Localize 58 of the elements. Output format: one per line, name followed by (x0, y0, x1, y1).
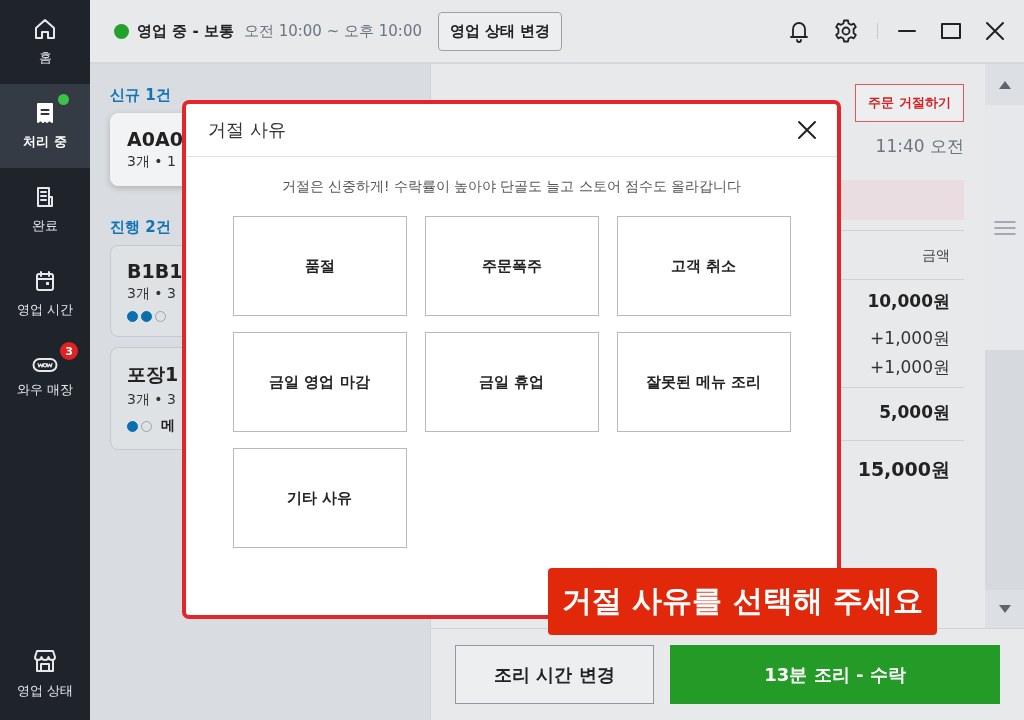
reason-option[interactable]: 금일 영업 마감 (232, 332, 407, 432)
dialog-notice: 거절은 신중하게! 수락률이 높아야 단골도 늘고 스토어 점수도 올라갑니다 (280, 178, 743, 196)
sidebar-label: 처리 중 (23, 133, 67, 151)
change-status-button[interactable]: 영업 상태 변경 (438, 11, 563, 51)
sidebar-item[interactable]: 영업 상태 (0, 628, 90, 720)
calendar-icon (33, 269, 57, 293)
order-summary: 3개 • 3 (127, 391, 176, 409)
column-header: 금액 (922, 247, 950, 265)
order-number: B1B1 (127, 260, 183, 282)
option-price: +1,000원 (870, 356, 950, 379)
settings-icon[interactable] (833, 18, 859, 44)
item-price: 10,000원 (867, 290, 950, 313)
reason-option[interactable]: 품절 (232, 216, 407, 316)
sidebar-item[interactable]: 와우 매장 3 (0, 336, 90, 420)
dialog-title: 거절 사유 (208, 118, 286, 142)
sidebar-item[interactable]: 완료 (0, 168, 90, 252)
reason-option[interactable]: 주문폭주 (424, 216, 599, 316)
sidebar-label: 와우 매장 (16, 381, 74, 399)
sidebar-label: 영업 시간 (16, 301, 74, 319)
order-summary: 3개 • 3 (127, 285, 176, 303)
callout-tooltip: 거절 사유를 선택해 주세요 (548, 568, 938, 635)
item-price: 5,000원 (879, 401, 950, 424)
sidebar-label: 영업 상태 (16, 682, 74, 700)
sidebar-label: 완료 (32, 217, 58, 235)
count-badge: 3 (60, 342, 78, 360)
scrollbar[interactable] (985, 64, 1024, 628)
store-icon (32, 648, 58, 674)
status-dot (114, 23, 129, 39)
sidebar-item[interactable]: 처리 중 (0, 84, 90, 168)
section-heading: 신규 1건 (110, 86, 172, 105)
order-number: A0A0 (127, 128, 183, 150)
scroll-down-icon (997, 604, 1012, 614)
close-icon[interactable] (797, 120, 817, 140)
sidebar-label: 홈 (38, 49, 52, 67)
total-price: 15,000원 (857, 457, 950, 482)
order-time: 11:40 오전 (875, 135, 964, 158)
home-icon (33, 17, 57, 41)
change-cook-time-button[interactable]: 조리 시간 변경 (455, 645, 654, 704)
reason-option[interactable]: 잘못된 메뉴 조리 (616, 332, 791, 432)
order-summary: 3개 • 1 (127, 153, 176, 171)
reason-option[interactable]: 고객 취소 (616, 216, 791, 316)
store-status: 영업 중 - 보통 (137, 21, 234, 41)
reason-option[interactable]: 기타 사유 (232, 448, 407, 548)
reason-option[interactable]: 금일 휴업 (424, 332, 599, 432)
business-hours: 오전 10:00 ~ 오후 10:00 (243, 21, 422, 41)
order-status: 메 (161, 417, 175, 435)
sidebar-item[interactable]: 홈 (0, 0, 90, 84)
option-price: +1,000원 (870, 327, 950, 350)
menu-icon (993, 219, 1016, 236)
section-heading: 진행 2건 (110, 218, 172, 237)
close-icon[interactable] (984, 20, 1006, 42)
order-number: 포장1 (127, 362, 179, 387)
wow-badge-icon (32, 357, 58, 373)
scroll-up-icon (997, 79, 1012, 90)
sidebar-item[interactable]: 영업 시간 (0, 252, 90, 336)
accept-button[interactable]: 13분 조리 - 수락 (670, 645, 1000, 704)
reject-order-button[interactable]: 주문 거절하기 (855, 84, 964, 122)
maximize-icon[interactable] (940, 20, 962, 42)
